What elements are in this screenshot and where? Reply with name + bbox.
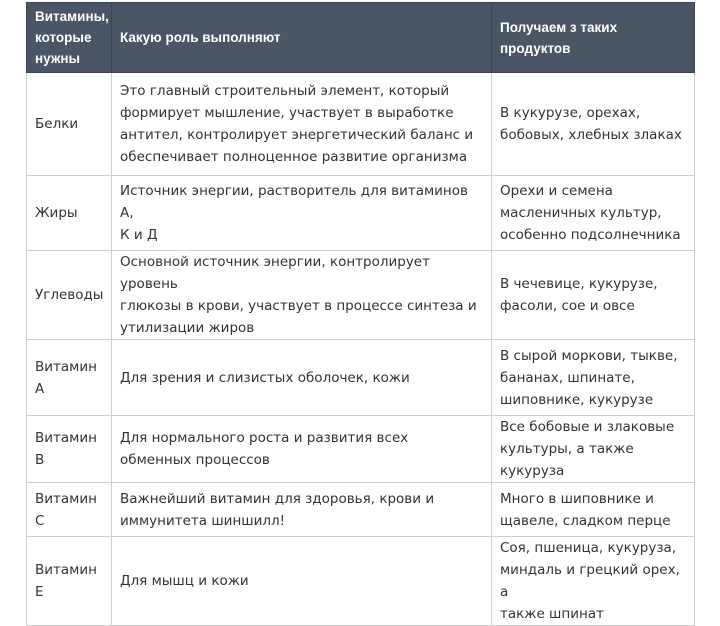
nutrient-role: Это главный строительный элемент, которы…: [111, 72, 492, 176]
nutrient-role: Для нормального роста и развития всех об…: [111, 415, 492, 483]
table-row: Витамин С Важнейший витамин для здоровья…: [26, 482, 695, 537]
table-row: Жиры Источник энергии, растворитель для …: [26, 175, 695, 251]
nutrient-role: Важнейший витамин для здоровья, крови и …: [111, 482, 492, 537]
nutrient-products: Все бобовые и злаковые культуры, а также…: [491, 415, 695, 483]
nutrient-products: Много в шиповнике и щавеле, сладком перц…: [491, 482, 695, 537]
nutrient-name: Витамин С: [26, 482, 112, 537]
header-products: Получаем з таких продуктов: [491, 2, 695, 73]
nutrient-name: Витамин Е: [26, 536, 112, 626]
nutrient-products: Орехи и семена масленичных культур, особ…: [491, 175, 695, 251]
nutrient-products: В кукурузе, орехах, бобовых, хлебных зла…: [491, 72, 695, 176]
nutrient-name: Витамин А: [26, 339, 112, 416]
nutrient-name: Углеводы: [26, 250, 112, 340]
table-row: Витамин А Для зрения и слизистых оболоче…: [26, 339, 695, 416]
nutrient-role: Основной источник энергии, контролирует …: [111, 250, 492, 340]
nutrient-role: Для мышц и кожи: [111, 536, 492, 626]
nutrient-name: Белки: [26, 72, 112, 176]
nutrient-products: В чечевице, кукурузе, фасоли, сое и овсе: [491, 250, 695, 340]
nutrient-name: Жиры: [26, 175, 112, 251]
table-row: Углеводы Основной источник энергии, конт…: [26, 250, 695, 340]
nutrient-role: Для зрения и слизистых оболочек, кожи: [111, 339, 492, 416]
table-row: Белки Это главный строительный элемент, …: [26, 72, 695, 176]
nutrition-table: Витамины, которые нужны Какую роль выпол…: [26, 2, 695, 626]
nutrient-role: Источник энергии, растворитель для витам…: [111, 175, 492, 251]
nutrient-products: Соя, пшеница, кукуруза, миндаль и грецки…: [491, 536, 695, 626]
nutrient-products: В сырой моркови, тыкве, бананах, шпинате…: [491, 339, 695, 416]
table-row: Витамин Е Для мышц и кожи Соя, пшеница, …: [26, 536, 695, 626]
table-header-row: Витамины, которые нужны Какую роль выпол…: [26, 2, 695, 73]
table-row: Витамин В Для нормального роста и развит…: [26, 415, 695, 483]
header-vitamins: Витамины, которые нужны: [26, 2, 112, 73]
nutrient-name: Витамин В: [26, 415, 112, 483]
header-role: Какую роль выполняют: [111, 2, 492, 73]
